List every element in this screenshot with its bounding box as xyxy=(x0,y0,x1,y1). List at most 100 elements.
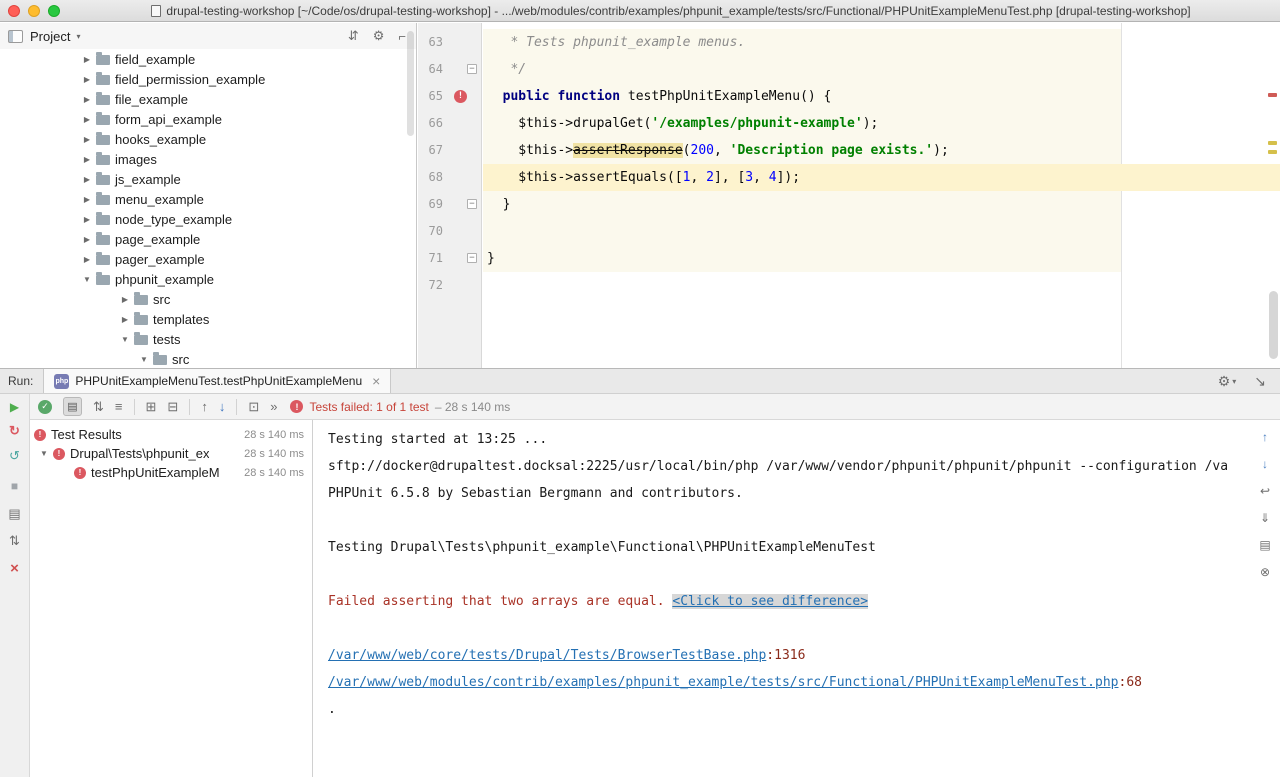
project-tree-item[interactable]: ▶templates xyxy=(0,309,416,329)
code-area[interactable]: * Tests phpunit_example menus. */ public… xyxy=(483,23,1280,368)
expand-all-button[interactable]: ⊞ xyxy=(146,399,157,415)
window-close-button[interactable] xyxy=(8,5,20,17)
import-test-results-button[interactable]: ⊡ xyxy=(248,399,259,415)
console-link[interactable]: /var/www/web/core/tests/Drupal/Tests/Bro… xyxy=(328,648,766,663)
project-tree-item[interactable]: ▶menu_example xyxy=(0,189,416,209)
next-failed-test-button[interactable]: ↓ xyxy=(219,399,226,414)
chevron-right-icon[interactable]: ▶ xyxy=(118,295,132,304)
chevron-down-icon[interactable]: ▼ xyxy=(137,355,151,364)
collapse-all-button[interactable]: ⊟ xyxy=(167,399,178,415)
scroll-down-icon[interactable]: ↓ xyxy=(1262,457,1268,471)
console-link[interactable]: <Click to see difference> xyxy=(672,594,868,609)
chevron-right-icon[interactable]: ▶ xyxy=(80,235,94,244)
code-line[interactable]: } xyxy=(483,191,1280,218)
chevron-right-icon[interactable]: ▶ xyxy=(80,55,94,64)
project-tree-item[interactable]: ▼tests xyxy=(0,329,416,349)
test-console[interactable]: Testing started at 13:25 ...sftp://docke… xyxy=(314,420,1280,777)
warning-stripe-mark[interactable] xyxy=(1268,150,1277,154)
project-tree-item[interactable]: ▶src xyxy=(0,289,416,309)
console-line: PHPUnit 6.5.8 by Sebastian Bergmann and … xyxy=(328,480,1252,507)
project-tree-item[interactable]: ▶field_example xyxy=(0,49,416,69)
show-passed-button[interactable]: ✓ xyxy=(38,400,52,414)
window-minimize-button[interactable] xyxy=(28,5,40,17)
chevron-right-icon[interactable]: ▶ xyxy=(80,155,94,164)
window-zoom-button[interactable] xyxy=(48,5,60,17)
show-console-button[interactable]: ▤ xyxy=(63,397,82,416)
scrollbar-thumb[interactable] xyxy=(407,31,414,136)
print-icon[interactable]: ▤ xyxy=(1259,538,1270,552)
chevron-right-icon[interactable]: ▶ xyxy=(80,135,94,144)
code-line[interactable]: } xyxy=(483,245,1280,272)
test-tree-item[interactable]: !testPhpUnitExampleM28 s 140 ms xyxy=(30,463,312,482)
test-failed-icon: ! xyxy=(34,429,46,441)
chevron-down-icon[interactable]: ▼ xyxy=(80,275,94,284)
project-tree-item[interactable]: ▶page_example xyxy=(0,229,416,249)
console-link[interactable]: /var/www/web/modules/contrib/examples/ph… xyxy=(328,675,1119,690)
stop-button[interactable]: ■ xyxy=(11,479,18,493)
test-tree-item[interactable]: ▼!Drupal\Tests\phpunit_ex28 s 140 ms xyxy=(30,444,312,463)
project-tree-item[interactable]: ▼phpunit_example xyxy=(0,269,416,289)
warning-stripe-mark[interactable] xyxy=(1268,141,1277,145)
chevron-right-icon[interactable]: ▶ xyxy=(80,75,94,84)
code-line[interactable] xyxy=(483,218,1280,245)
code-line[interactable]: public function testPhpUnitExampleMenu()… xyxy=(483,83,1280,110)
chevron-down-icon[interactable]: ▾ xyxy=(76,32,80,41)
code-line[interactable]: * Tests phpunit_example menus. xyxy=(483,29,1280,56)
project-tree-item[interactable]: ▼src xyxy=(0,349,416,368)
code-line[interactable]: $this->drupalGet('/examples/phpunit-exam… xyxy=(483,110,1280,137)
hide-panel-icon[interactable]: ⌐ xyxy=(398,29,406,44)
clear-console-icon[interactable]: ⊗ xyxy=(1260,565,1270,579)
project-tree-item[interactable]: ▶node_type_example xyxy=(0,209,416,229)
navigate-stacktrace-button[interactable]: ⇅ xyxy=(9,533,20,549)
gear-menu-button[interactable]: ⚙ ▾ xyxy=(1218,373,1237,390)
rerun-button[interactable]: ▶ xyxy=(10,400,19,414)
test-duration: 28 s 140 ms xyxy=(238,467,304,479)
test-history-button[interactable]: ▤ xyxy=(8,506,20,522)
scroll-from-source-icon[interactable]: ⇵ xyxy=(348,28,359,44)
more-options-button[interactable]: » xyxy=(270,399,277,414)
chevron-down-icon[interactable]: ▼ xyxy=(118,335,132,344)
error-stripe-mark[interactable] xyxy=(1268,93,1277,97)
scrollbar-thumb[interactable] xyxy=(1269,291,1278,359)
close-panel-button[interactable]: × xyxy=(10,560,19,577)
chevron-right-icon[interactable]: ▶ xyxy=(80,95,94,104)
hide-panel-icon[interactable]: ↘ xyxy=(1254,373,1266,390)
project-tree-item[interactable]: ▶pager_example xyxy=(0,249,416,269)
chevron-right-icon[interactable]: ▶ xyxy=(80,255,94,264)
chevron-right-icon[interactable]: ▶ xyxy=(118,315,132,324)
project-tree-item[interactable]: ▶form_api_example xyxy=(0,109,416,129)
project-tree-item[interactable]: ▶field_permission_example xyxy=(0,69,416,89)
test-failed-gutter-icon[interactable]: ! xyxy=(454,90,467,103)
chevron-right-icon[interactable]: ▶ xyxy=(80,215,94,224)
project-tree-item[interactable]: ▶js_example xyxy=(0,169,416,189)
code-line[interactable] xyxy=(483,272,1280,299)
project-tree-item[interactable]: ▶file_example xyxy=(0,89,416,109)
test-failed-icon: ! xyxy=(74,467,86,479)
chevron-right-icon[interactable]: ▶ xyxy=(80,195,94,204)
project-tree-item[interactable]: ▶images xyxy=(0,149,416,169)
fold-icon[interactable]: − xyxy=(467,253,477,263)
gear-icon[interactable]: ⚙ xyxy=(373,28,385,44)
gear-icon: ⚙ xyxy=(1218,373,1231,390)
chevron-right-icon[interactable]: ▶ xyxy=(80,175,94,184)
rerun-failed-tests-button[interactable]: ↻ xyxy=(9,423,20,439)
fold-icon[interactable]: − xyxy=(467,64,477,74)
project-tree-item[interactable]: ▶hooks_example xyxy=(0,129,416,149)
code-line[interactable]: */ xyxy=(483,56,1280,83)
sort-by-duration-button[interactable]: ≡ xyxy=(115,399,123,414)
test-tree-item[interactable]: !Test Results28 s 140 ms xyxy=(30,425,312,444)
soft-wrap-icon[interactable]: ↩ xyxy=(1260,484,1270,498)
scroll-up-icon[interactable]: ↑ xyxy=(1262,430,1268,444)
toggle-auto-test-button[interactable]: ↺ xyxy=(9,448,20,464)
run-configuration-tab[interactable]: php PHPUnitExampleMenuTest.testPhpUnitEx… xyxy=(43,369,391,393)
chevron-down-icon[interactable]: ▼ xyxy=(40,449,53,458)
code-line[interactable]: $this->assertResponse(200, 'Description … xyxy=(483,137,1280,164)
sort-alphabetically-button[interactable]: ⇅ xyxy=(93,399,104,415)
close-icon[interactable]: × xyxy=(372,374,380,388)
fold-icon[interactable]: − xyxy=(467,199,477,209)
previous-failed-test-button[interactable]: ↑ xyxy=(201,399,208,414)
chevron-right-icon[interactable]: ▶ xyxy=(80,115,94,124)
scroll-to-end-icon[interactable]: ⇓ xyxy=(1260,511,1270,525)
code-line[interactable]: $this->assertEquals([1, 2], [3, 4]); xyxy=(483,164,1280,191)
project-panel-title[interactable]: Project xyxy=(30,29,70,44)
